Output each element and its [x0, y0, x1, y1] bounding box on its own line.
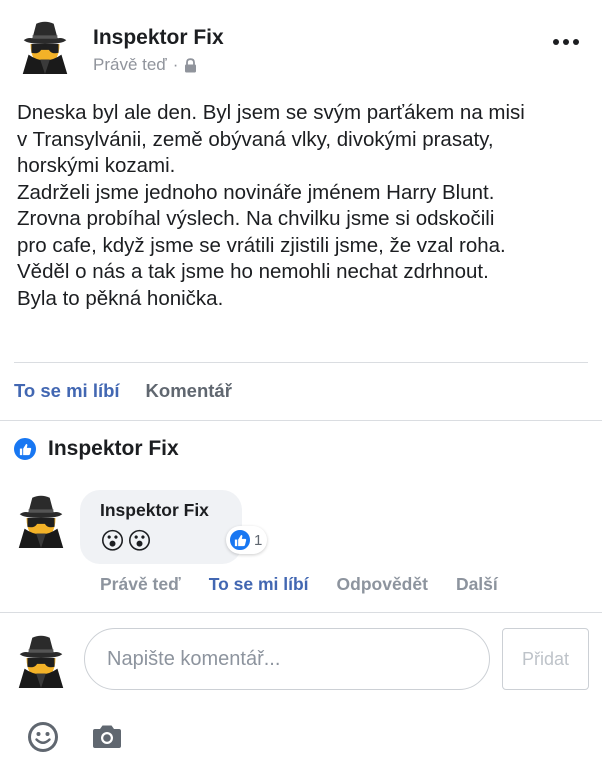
comment-timestamp[interactable]: Právě teď [100, 574, 181, 595]
like-thumb-icon [12, 436, 38, 462]
spy-avatar-icon [18, 495, 64, 548]
comment-reply-button[interactable]: Odpovědět [337, 574, 428, 595]
like-button[interactable]: To se mi líbí [14, 380, 120, 402]
comment-author-name[interactable]: Inspektor Fix [100, 500, 242, 521]
comment-actions: Právě teď To se mi líbí Odpovědět Další [100, 574, 498, 595]
post-body-line: horskými kozami. [17, 154, 176, 177]
comment-text: 😮😮 [100, 528, 155, 555]
reaction-count: 1 [254, 531, 263, 549]
like-thumb-icon [228, 528, 252, 552]
post-actions: To se mi líbí Komentář [14, 380, 232, 402]
spy-avatar-icon [18, 635, 64, 688]
author-avatar[interactable] [16, 16, 74, 74]
comment-more-button[interactable]: Další [456, 574, 498, 595]
meta-separator: · [172, 55, 179, 74]
post-body-line: v Transylvánii, země obývaná vlky, divok… [17, 127, 494, 151]
post-body-line: Zrovna probíhal výslech. Na chvilku jsme… [17, 207, 495, 230]
divider [0, 420, 602, 421]
comment-button[interactable]: Komentář [146, 380, 232, 402]
comment-bubble[interactable]: Inspektor Fix 😮😮 [80, 490, 242, 564]
divider [0, 612, 602, 613]
lock-icon [185, 57, 197, 72]
post-body-line: Věděl o nás a tak jsme ho nemohli nechat… [17, 260, 489, 283]
post-author-name[interactable]: Inspektor Fix [93, 26, 224, 50]
post-body: Dneska byl ale den. Byl jsem se svým par… [17, 100, 592, 312]
more-options-button[interactable] [548, 30, 584, 54]
post-header: Inspektor Fix Právě teď · [0, 0, 602, 90]
submit-comment-button[interactable]: Přidat [502, 628, 589, 690]
composer-avatar[interactable] [12, 630, 70, 688]
post-body-line: Zadrželi jsme jednoho novináře jménem Ha… [17, 180, 495, 204]
camera-icon[interactable] [90, 720, 124, 754]
comment-input[interactable] [84, 628, 490, 690]
spy-avatar-icon [22, 21, 68, 74]
comment-like-button[interactable]: To se mi líbí [209, 574, 309, 595]
commenter-avatar[interactable] [12, 490, 70, 548]
more-dots-icon [553, 39, 559, 45]
post-timestamp[interactable]: Právě teď [93, 55, 167, 75]
likes-summary[interactable]: Inspektor Fix [12, 436, 179, 462]
post-body-line: Dneska byl ale den. Byl jsem se svým par… [17, 101, 525, 124]
post-body-line: Byla to pěkná honička. [17, 286, 224, 310]
likers-names: Inspektor Fix [48, 437, 179, 460]
post-meta: Právě teď · [93, 55, 197, 75]
comment-reactions[interactable]: 1 [226, 526, 268, 554]
divider [14, 362, 588, 363]
post-body-line: pro cafe, když jsme se vrátili zjistili … [17, 233, 506, 257]
emoji-icon[interactable] [26, 720, 60, 754]
